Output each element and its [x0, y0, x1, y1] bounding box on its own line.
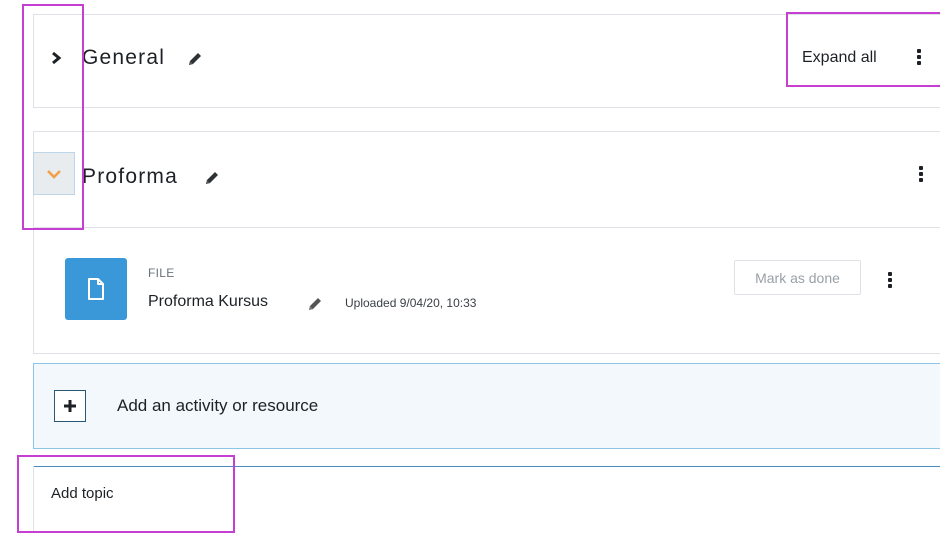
add-topic-border — [33, 466, 34, 531]
chevron-right-icon — [52, 51, 62, 65]
section-general-toggle[interactable] — [44, 44, 68, 72]
kebab-menu-icon[interactable] — [918, 166, 924, 182]
pencil-icon[interactable] — [306, 295, 324, 318]
mark-as-done-button[interactable]: Mark as done — [734, 260, 861, 295]
kebab-menu-icon[interactable] — [887, 272, 893, 288]
section-title-proforma[interactable]: Proforma — [82, 165, 178, 189]
plus-icon[interactable] — [54, 390, 86, 422]
expand-all-link[interactable]: Expand all — [802, 49, 877, 67]
activity-upload-info: Uploaded 9/04/20, 10:33 — [345, 296, 477, 310]
section-title-general[interactable]: General — [82, 46, 165, 70]
pencil-icon[interactable] — [186, 50, 204, 73]
file-icon[interactable] — [65, 258, 127, 320]
pencil-icon[interactable] — [203, 169, 221, 192]
section-proforma-toggle[interactable] — [33, 152, 75, 195]
activity-type-label: FILE — [148, 266, 175, 280]
activity-name-link[interactable]: Proforma Kursus — [148, 293, 268, 311]
add-topic-divider — [33, 466, 940, 467]
chevron-down-icon — [47, 169, 61, 179]
add-topic-link[interactable]: Add topic — [51, 485, 114, 502]
section-header-divider — [34, 227, 940, 228]
kebab-menu-icon[interactable] — [916, 49, 922, 65]
add-activity-label[interactable]: Add an activity or resource — [117, 396, 318, 416]
